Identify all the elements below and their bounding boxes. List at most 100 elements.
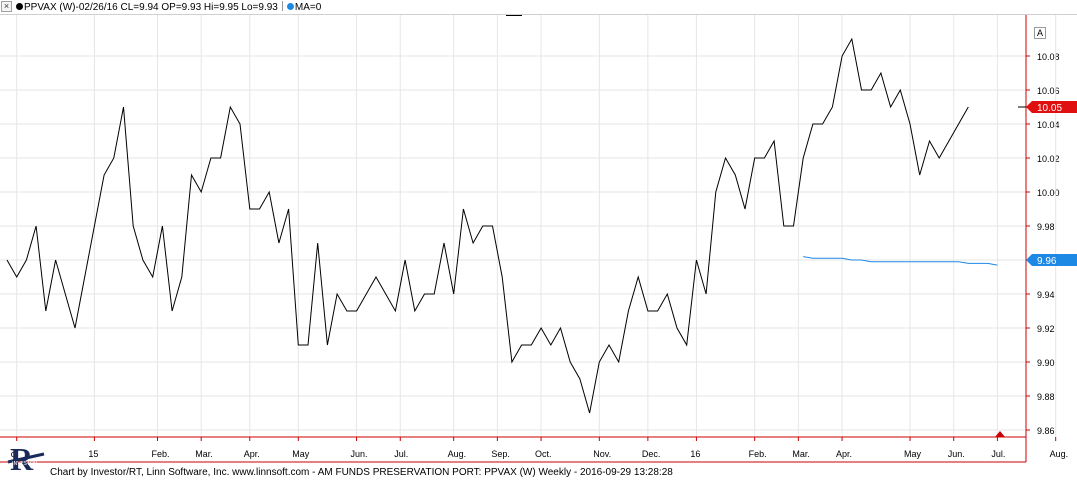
price-point bbox=[957, 123, 960, 126]
x-tick-label: 15 bbox=[88, 449, 98, 459]
price-point bbox=[44, 310, 47, 313]
price-point bbox=[54, 259, 57, 262]
x-tick-label: Nov. bbox=[593, 449, 611, 459]
y-tick-label: 9.98 bbox=[1037, 222, 1055, 232]
y-tick-label: 9.94 bbox=[1037, 290, 1055, 300]
price-point bbox=[132, 225, 135, 228]
price-point bbox=[229, 106, 232, 109]
x-tick-label: 16 bbox=[690, 449, 700, 459]
close-chart-button[interactable]: × bbox=[1, 1, 12, 12]
x-tick-label: Sep. bbox=[491, 449, 510, 459]
price-point bbox=[617, 361, 620, 364]
ma-series-marker bbox=[286, 3, 294, 10]
price-point bbox=[520, 344, 523, 347]
price-point bbox=[627, 310, 630, 313]
autoscale-button[interactable]: A bbox=[1034, 27, 1046, 39]
ma-point bbox=[918, 260, 921, 263]
price-point bbox=[938, 157, 941, 160]
price-point bbox=[841, 55, 844, 58]
price-point bbox=[64, 293, 67, 296]
price-point bbox=[967, 106, 970, 109]
ma-point bbox=[802, 255, 805, 258]
ma-point bbox=[841, 257, 844, 260]
legend-bar: × PPVAX (W)-02/26/16 CL=9.94 OP=9.93 Hi=… bbox=[0, 0, 1077, 15]
price-point bbox=[501, 276, 504, 279]
price-point bbox=[782, 225, 785, 228]
price-point bbox=[588, 412, 591, 415]
price-point bbox=[307, 344, 310, 347]
price-point bbox=[889, 106, 892, 109]
price-point bbox=[365, 293, 368, 296]
price-point bbox=[909, 123, 912, 126]
legend-divider bbox=[281, 1, 283, 11]
x-tick-label: Apr. bbox=[836, 449, 852, 459]
price-point bbox=[462, 208, 465, 211]
ma-point bbox=[811, 257, 814, 260]
price-point bbox=[899, 89, 902, 92]
price-point bbox=[6, 259, 9, 262]
ma-point bbox=[860, 259, 863, 262]
price-point bbox=[763, 157, 766, 160]
price-point bbox=[637, 276, 640, 279]
price-point bbox=[384, 293, 387, 296]
x-tick-label: Jun. bbox=[948, 449, 965, 459]
price-point bbox=[394, 310, 397, 313]
legend-price-text: PPVAX (W)-02/26/16 CL=9.94 OP=9.93 Hi=9.… bbox=[24, 2, 278, 13]
price-point bbox=[870, 89, 873, 92]
price-point bbox=[918, 174, 921, 177]
price-point bbox=[345, 310, 348, 313]
price-point bbox=[685, 344, 688, 347]
price-point bbox=[268, 191, 271, 194]
price-point bbox=[413, 310, 416, 313]
price-point bbox=[209, 157, 212, 160]
price-point bbox=[724, 157, 727, 160]
price-point bbox=[93, 225, 96, 228]
price-series-marker bbox=[16, 3, 23, 10]
price-point bbox=[569, 361, 572, 364]
price-point bbox=[831, 106, 834, 109]
price-point bbox=[277, 242, 280, 245]
ma-point bbox=[821, 257, 824, 260]
price-chart: 9.869.889.909.929.949.969.9810.0010.0210… bbox=[0, 13, 1077, 463]
ma-point bbox=[870, 260, 873, 263]
x-tick-label: Feb. bbox=[749, 449, 767, 459]
price-point bbox=[423, 293, 426, 296]
x-tick-label: Mar. bbox=[792, 449, 810, 459]
y-tick-label: 9.92 bbox=[1037, 324, 1055, 334]
price-point bbox=[433, 293, 436, 296]
price-point bbox=[83, 276, 86, 279]
price-point bbox=[316, 242, 319, 245]
price-point bbox=[326, 344, 329, 347]
price-point bbox=[472, 242, 475, 245]
footer-credit: Chart by Investor/RT, Linn Software, Inc… bbox=[50, 467, 673, 478]
price-point bbox=[481, 225, 484, 228]
price-point bbox=[860, 89, 863, 92]
ma-point bbox=[977, 262, 980, 265]
price-point bbox=[879, 72, 882, 75]
price-point bbox=[549, 344, 552, 347]
price-point bbox=[374, 276, 377, 279]
y-tick-label: 9.88 bbox=[1037, 392, 1055, 402]
x-tick-label: Apr. bbox=[244, 449, 260, 459]
price-point bbox=[180, 276, 183, 279]
price-point bbox=[646, 310, 649, 313]
price-point bbox=[666, 293, 669, 296]
price-point bbox=[510, 361, 513, 364]
price-point bbox=[452, 293, 455, 296]
price-point bbox=[540, 327, 543, 330]
x-tick-label: Jul. bbox=[394, 449, 408, 459]
price-point bbox=[695, 259, 698, 262]
price-point bbox=[35, 225, 38, 228]
y-tick-label: 9.90 bbox=[1037, 358, 1055, 368]
price-point bbox=[821, 123, 824, 126]
ma-point bbox=[909, 260, 912, 263]
price-point bbox=[598, 361, 601, 364]
x-tick-label: Jul. bbox=[991, 449, 1005, 459]
price-point bbox=[530, 344, 533, 347]
price-point bbox=[151, 276, 154, 279]
price-point bbox=[141, 259, 144, 262]
price-point bbox=[811, 123, 814, 126]
price-point bbox=[442, 242, 445, 245]
time-marker-triangle bbox=[995, 431, 1005, 437]
price-point bbox=[404, 259, 407, 262]
